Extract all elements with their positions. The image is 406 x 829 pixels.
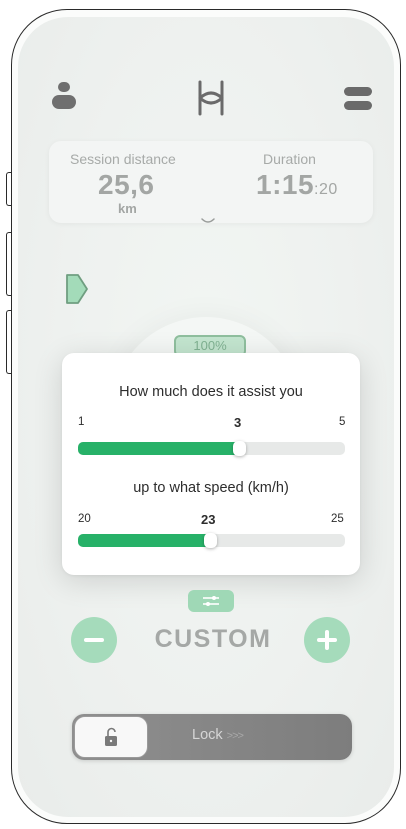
speed-min-label: 20 — [78, 513, 91, 525]
assist-question: How much does it assist you — [119, 384, 303, 400]
plus-icon — [325, 630, 329, 650]
lock-arrows: >>> — [226, 730, 244, 742]
battery-tag-icon — [64, 273, 90, 305]
decrease-mode-button[interactable] — [71, 617, 117, 663]
lock-slider[interactable]: Lock >>> — [72, 714, 352, 760]
user-icon[interactable] — [52, 82, 76, 112]
duration-label: Duration — [263, 151, 316, 167]
session-distance-unit: km — [118, 201, 137, 216]
minus-icon — [84, 638, 104, 642]
speed-limit-thumb[interactable] — [204, 533, 217, 548]
speed-question: up to what speed (km/h) — [133, 480, 289, 496]
unlock-icon — [105, 727, 117, 746]
sliders-icon[interactable] — [188, 590, 234, 612]
assist-level-slider[interactable] — [78, 441, 345, 456]
speed-value-label: 23 — [201, 512, 216, 527]
duration-value: 1:15:20 — [256, 169, 338, 201]
duration-main: 1:15 — [256, 169, 315, 200]
increase-mode-button[interactable] — [304, 617, 350, 663]
lock-handle[interactable] — [74, 716, 148, 758]
assist-level-thumb[interactable] — [233, 441, 246, 456]
assist-min-label: 1 — [78, 416, 85, 428]
speed-max-label: 25 — [331, 513, 344, 525]
session-distance-value: 25,6 — [98, 169, 155, 200]
assist-value-label: 3 — [234, 415, 242, 430]
menu-icon[interactable] — [344, 87, 372, 111]
session-stats-card[interactable]: Session distance 25,6 km Duration 1:15:2… — [49, 141, 373, 223]
chevron-down-icon[interactable] — [201, 213, 215, 223]
brand-logo-icon — [196, 80, 226, 116]
assist-level-fill — [78, 442, 243, 455]
mode-label: CUSTOM — [154, 625, 272, 653]
assist-settings-panel: How much does it assist you 1 3 5 up to … — [62, 353, 360, 575]
speed-limit-slider[interactable] — [78, 533, 345, 548]
assist-max-label: 5 — [339, 416, 346, 428]
app-screen: Session distance 25,6 km Duration 1:15:2… — [18, 17, 394, 817]
speed-limit-fill — [78, 534, 214, 547]
session-distance-label: Session distance — [70, 151, 176, 167]
lock-label: Lock >>> — [192, 727, 244, 743]
lock-text: Lock — [192, 727, 223, 743]
duration-seconds: :20 — [314, 181, 338, 198]
